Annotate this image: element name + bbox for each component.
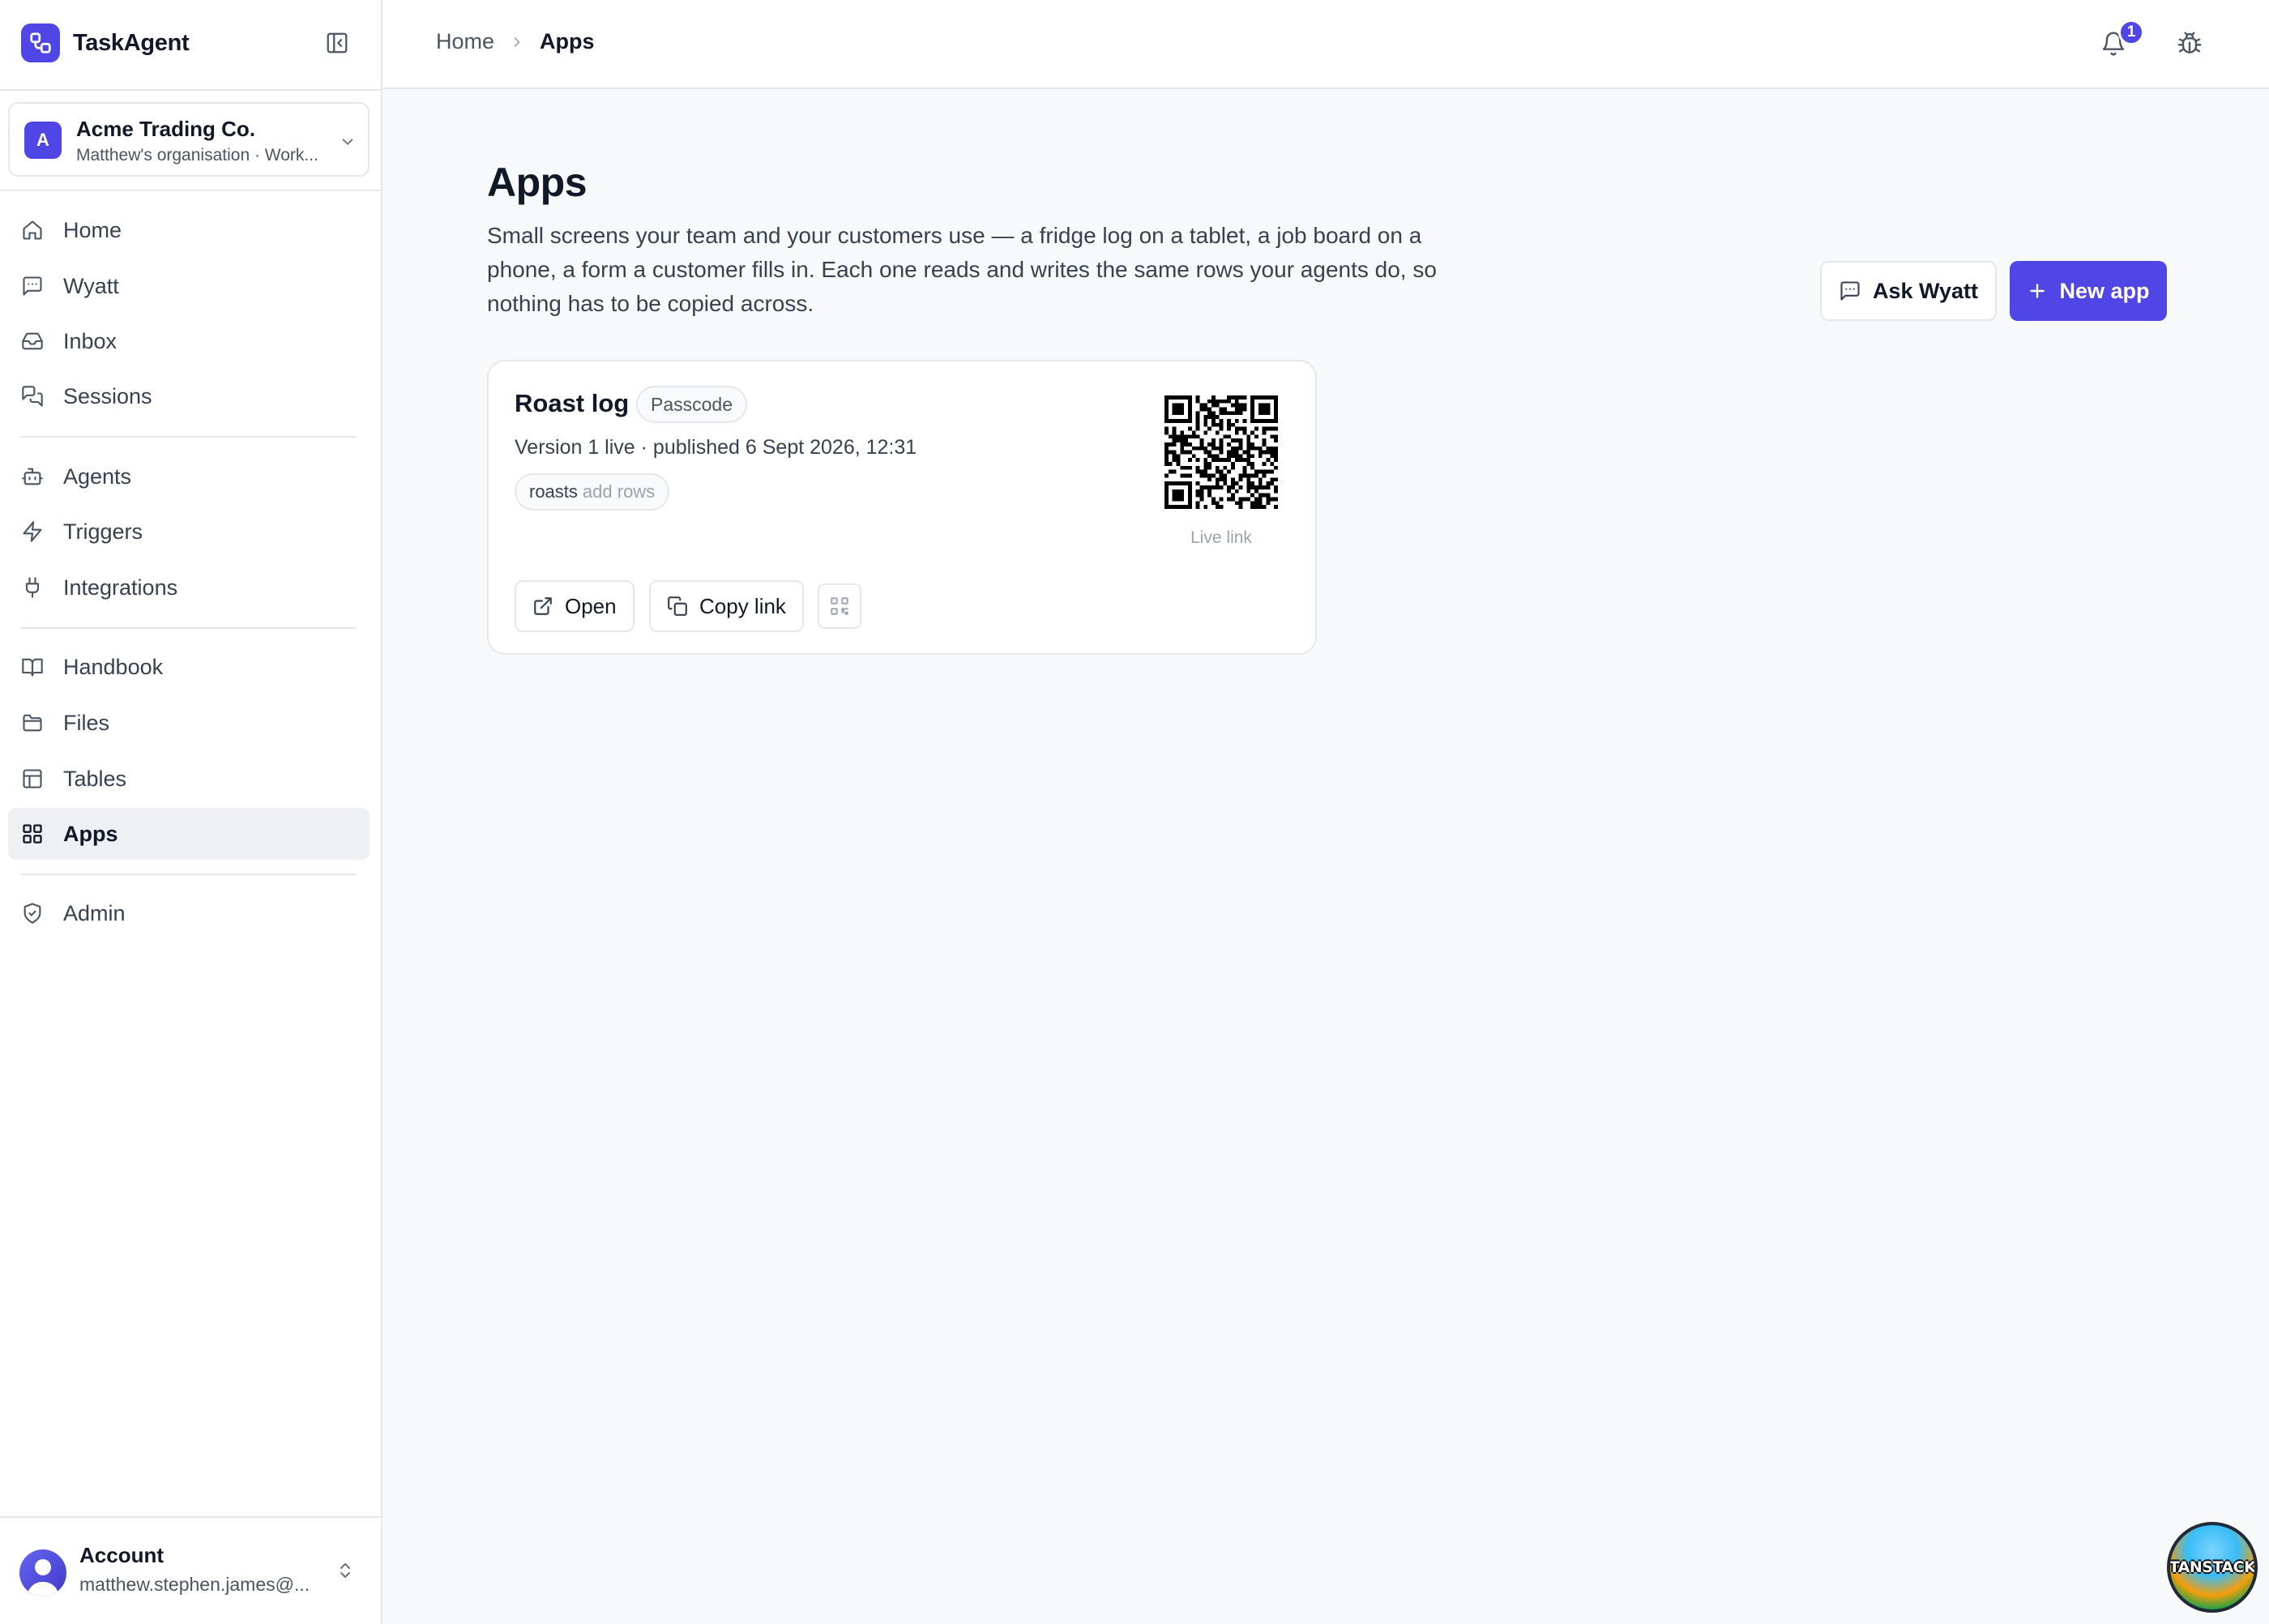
page-title: Apps — [487, 160, 588, 205]
table-permission: add rows — [582, 481, 656, 502]
chevron-right-icon — [509, 34, 525, 50]
sidebar-item-triggers[interactable]: Triggers — [8, 506, 370, 558]
chevron-down-icon — [342, 139, 353, 145]
ask-wyatt-label: Ask Wyatt — [1872, 278, 1979, 303]
notification-badge: 1 — [2118, 19, 2144, 45]
devtools-label: TANSTACK — [2169, 1558, 2256, 1576]
copy-link-button[interactable]: Copy link — [649, 580, 804, 632]
sidebar-item-sessions[interactable]: Sessions — [8, 370, 370, 422]
sidebar-header-divider — [0, 89, 381, 91]
taskagent-logo-icon — [21, 24, 60, 62]
zap-icon — [21, 520, 44, 543]
account-label: Account — [79, 1543, 164, 1567]
messages-icon — [21, 385, 44, 408]
chat-icon — [21, 275, 44, 297]
folder-icon — [21, 712, 44, 734]
qr-code-icon — [831, 597, 848, 615]
external-link-icon — [534, 597, 552, 615]
nav-divider — [21, 436, 357, 438]
grid-icon — [21, 823, 44, 845]
account-email: matthew.stephen.james@... — [79, 1574, 310, 1595]
sidebar-item-files[interactable]: Files — [8, 697, 370, 749]
org-subtitle: Matthew's organisation · Work... — [76, 146, 318, 165]
show-qr-button[interactable] — [818, 583, 861, 629]
org-avatar: A — [24, 122, 62, 159]
brand[interactable]: TaskAgent — [21, 24, 190, 62]
sidebar-item-agents[interactable]: Agents — [8, 451, 370, 502]
account-menu[interactable]: Account matthew.stephen.james@... — [0, 1517, 381, 1624]
copy-link-label: Copy link — [699, 593, 786, 618]
sidebar-item-label: Tables — [63, 766, 127, 791]
sidebar-item-admin[interactable]: Admin — [8, 887, 370, 939]
new-app-button[interactable]: New app — [2010, 261, 2167, 321]
access-badge: Passcode — [636, 386, 748, 423]
table-icon — [21, 767, 44, 790]
breadcrumb-home[interactable]: Home — [436, 29, 494, 54]
book-open-icon — [21, 656, 44, 678]
shield-check-icon — [21, 902, 44, 925]
org-divider — [0, 190, 381, 191]
app-name: Roast log — [515, 389, 630, 417]
sidebar: TaskAgent A Acme Trading Co. Matthew's o… — [0, 0, 382, 1624]
bug-icon — [2177, 32, 2202, 53]
org-switcher[interactable]: A Acme Trading Co. Matthew's organisatio… — [8, 102, 370, 177]
sidebar-item-label: Files — [63, 710, 110, 735]
sidebar-item-apps[interactable]: Apps — [8, 808, 370, 860]
avatar — [19, 1549, 66, 1596]
page-description: Small screens your team and your custome… — [487, 223, 1437, 316]
sidebar-item-label: Triggers — [63, 519, 143, 544]
nav-divider — [21, 874, 357, 875]
sidebar-item-home[interactable]: Home — [8, 204, 370, 256]
tanstack-devtools-button[interactable]: TANSTACK — [2167, 1522, 2258, 1613]
sidebar-item-label: Home — [63, 217, 122, 242]
app-name: TaskAgent — [73, 29, 190, 56]
sidebar-item-label: Agents — [63, 464, 132, 489]
table-permission-chip: roasts add rows — [515, 473, 670, 511]
open-app-button[interactable]: Open — [515, 580, 635, 632]
plus-icon — [2030, 284, 2045, 298]
collapse-sidebar-button[interactable] — [321, 29, 353, 57]
top-bar: Home Apps 1 — [382, 0, 2269, 89]
new-app-label: New app — [2059, 278, 2150, 303]
ask-wyatt-button[interactable]: Ask Wyatt — [1820, 261, 1997, 321]
sidebar-item-tables[interactable]: Tables — [8, 753, 370, 805]
breadcrumb-current: Apps — [540, 29, 595, 53]
sidebar-collapse-icon — [327, 32, 348, 53]
app-card[interactable]: Roast log Passcode Version 1 live · publ… — [487, 360, 1317, 655]
message-square-icon — [1840, 281, 1860, 301]
sidebar-item-integrations[interactable]: Integrations — [8, 562, 370, 613]
app-version-meta: Version 1 live · published 6 Sept 2026, … — [515, 436, 917, 459]
report-bug-button[interactable] — [2170, 24, 2209, 63]
sidebar-item-handbook[interactable]: Handbook — [8, 641, 370, 693]
inbox-icon — [21, 330, 44, 353]
sidebar-item-label: Sessions — [63, 383, 152, 408]
table-name: roasts — [529, 481, 578, 502]
sidebar-item-label: Apps — [63, 821, 118, 846]
nav-divider — [21, 627, 357, 629]
copy-icon — [668, 596, 687, 616]
plug-icon — [21, 576, 44, 599]
bot-icon — [21, 465, 44, 488]
org-name: Acme Trading Co. — [76, 117, 256, 141]
sidebar-item-inbox[interactable]: Inbox — [8, 315, 370, 367]
sidebar-item-label: Wyatt — [63, 273, 119, 298]
sidebar-item-label: Admin — [63, 900, 126, 925]
notifications-button[interactable]: 1 — [2094, 19, 2144, 63]
app-root: TaskAgent A Acme Trading Co. Matthew's o… — [0, 0, 2269, 1624]
qr-caption: Live link — [1190, 528, 1252, 547]
sidebar-item-wyatt[interactable]: Wyatt — [8, 260, 370, 312]
breadcrumb: Home Apps — [436, 29, 595, 54]
chevrons-up-down-icon — [340, 1563, 350, 1578]
qr-code[interactable] — [1164, 395, 1278, 509]
sidebar-item-label: Integrations — [63, 575, 178, 600]
sidebar-item-label: Inbox — [63, 328, 118, 353]
open-label: Open — [565, 593, 617, 618]
sidebar-item-label: Handbook — [63, 654, 164, 679]
home-icon — [21, 219, 44, 241]
